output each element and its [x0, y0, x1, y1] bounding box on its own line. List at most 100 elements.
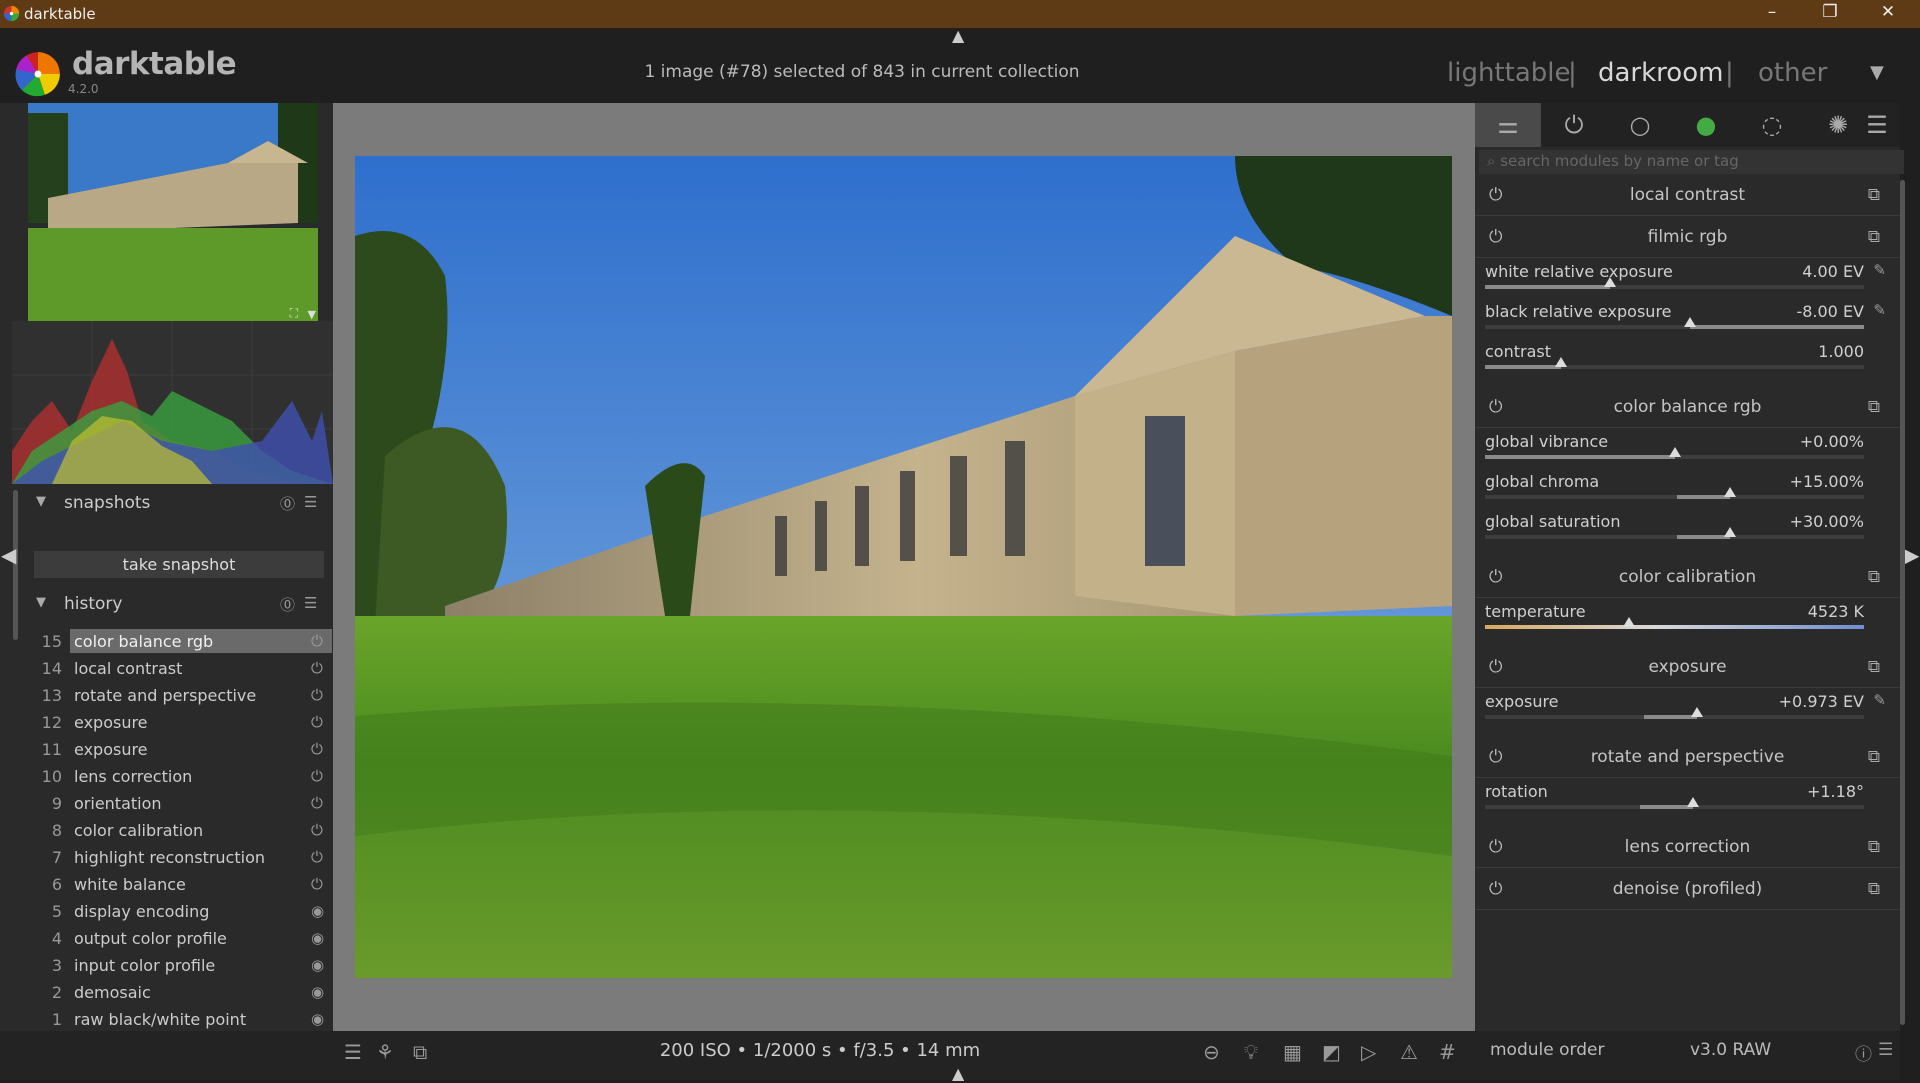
history-item[interactable]: 2demosaic◉ [34, 980, 334, 1007]
color-picker-icon[interactable]: ✎ [1873, 261, 1886, 279]
history-header[interactable]: ▼ history ⓪ ☰ [28, 591, 328, 619]
reset-icon[interactable]: ⓪ [280, 594, 295, 615]
main-image[interactable] [355, 156, 1452, 978]
presets-menu-icon[interactable]: ☰ [304, 493, 317, 511]
slider-marker[interactable] [1724, 487, 1736, 497]
collapse-right-arrow-icon[interactable]: ▶ [1904, 543, 1919, 567]
slider-marker[interactable] [1555, 357, 1567, 367]
history-item[interactable]: 6white balance⏻ [34, 872, 334, 899]
slider[interactable]: black relative exposure-8.00 EV✎ [1475, 298, 1900, 338]
views-dropdown-icon[interactable]: ▼ [1870, 62, 1884, 83]
power-icon[interactable]: ⏻ [1489, 736, 1502, 778]
slider-marker[interactable] [1684, 317, 1696, 327]
reset-icon[interactable]: ⓘ [1855, 1040, 1872, 1065]
presets-menu-icon[interactable]: ☰ [1878, 1040, 1893, 1060]
slider-track[interactable] [1485, 325, 1864, 329]
tab-tone-icon[interactable]: ○ [1607, 103, 1673, 147]
slider-track[interactable] [1485, 535, 1864, 539]
guides-icon[interactable]: # [1439, 1040, 1456, 1064]
collapse-left-arrow-icon[interactable]: ◀ [1, 543, 16, 567]
multi-instance-icon[interactable]: ⧉ [1868, 556, 1880, 598]
color-picker-icon[interactable]: ✎ [1873, 301, 1886, 319]
take-snapshot-button[interactable]: take snapshot [34, 551, 324, 578]
module-search-input[interactable]: ⌕ search modules by name or tag [1479, 150, 1904, 174]
quick-access-presets-icon[interactable]: ☰ [344, 1040, 362, 1064]
slider[interactable]: exposure+0.973 EV✎ [1475, 688, 1900, 728]
slider-value[interactable]: +0.00% [1800, 432, 1864, 451]
module-header[interactable]: ⏻rotate and perspective⧉ [1475, 736, 1900, 778]
slider-value[interactable]: 4523 K [1808, 602, 1864, 621]
history-item[interactable]: 10lens correction⏻ [34, 764, 334, 791]
thumbnail-dropdown-icon[interactable]: ▼ [308, 308, 316, 321]
power-icon[interactable]: ⏻ [1489, 646, 1502, 688]
slider-track[interactable] [1485, 805, 1864, 809]
slider[interactable]: global chroma+15.00% [1475, 468, 1900, 508]
color-picker-icon[interactable]: ✎ [1873, 691, 1886, 709]
multi-instance-icon[interactable]: ⧉ [1868, 868, 1880, 910]
module-order-value[interactable]: v3.0 RAW [1690, 1040, 1771, 1060]
slider-marker[interactable] [1687, 797, 1699, 807]
multi-instance-icon[interactable]: ⧉ [1868, 216, 1880, 258]
module-presets-menu-icon[interactable]: ☰ [1855, 103, 1899, 147]
tab-correct-icon[interactable]: ◌ [1739, 103, 1805, 147]
history-item[interactable]: 13rotate and perspective⏻ [34, 683, 334, 710]
power-icon[interactable]: ⏻ [1489, 174, 1502, 216]
module-header[interactable]: ⏻local contrast⧉ [1475, 174, 1900, 216]
slider-track[interactable] [1485, 495, 1864, 499]
slider-marker[interactable] [1604, 277, 1616, 287]
focus-peaking-icon[interactable]: ⊖ [1203, 1040, 1220, 1064]
slider-marker[interactable] [1724, 527, 1736, 537]
module-header[interactable]: ⏻denoise (profiled)⧉ [1475, 868, 1900, 910]
power-icon[interactable]: ⏻ [1489, 386, 1502, 428]
history-item[interactable]: 8color calibration⏻ [34, 818, 334, 845]
slider-marker[interactable] [1691, 707, 1703, 717]
slider-track[interactable] [1485, 285, 1864, 289]
slider-marker[interactable] [1669, 447, 1681, 457]
multi-instance-icon[interactable]: ⧉ [1868, 826, 1880, 868]
slider-value[interactable]: 4.00 EV [1802, 262, 1864, 281]
second-window-icon[interactable]: ⧉ [413, 1040, 427, 1064]
slider-track[interactable] [1485, 625, 1864, 629]
view-other[interactable]: other [1758, 58, 1827, 88]
view-darkroom[interactable]: darkroom [1598, 58, 1723, 88]
slider-value[interactable]: 1.000 [1818, 342, 1864, 361]
minimize-button[interactable]: – [1752, 2, 1792, 22]
fullscreen-icon[interactable]: ⛶ [290, 306, 298, 321]
power-icon[interactable]: ⏻ [1489, 216, 1502, 258]
tab-base-icon[interactable]: ⏻ [1541, 103, 1607, 147]
power-icon[interactable]: ⏻ [1489, 826, 1502, 868]
view-lighttable[interactable]: lighttable [1447, 58, 1570, 88]
slider-track[interactable] [1485, 455, 1864, 459]
reset-icon[interactable]: ⓪ [280, 493, 295, 514]
slider-track[interactable] [1485, 715, 1864, 719]
maximize-button[interactable]: ❐ [1810, 2, 1850, 22]
module-header[interactable]: ⏻filmic rgb⧉ [1475, 216, 1900, 258]
module-header[interactable]: ⏻lens correction⧉ [1475, 826, 1900, 868]
slider-track[interactable] [1485, 365, 1864, 369]
history-item[interactable]: 3input color profile◉ [34, 953, 334, 980]
slider-value[interactable]: +0.973 EV [1779, 692, 1864, 711]
presets-menu-icon[interactable]: ☰ [304, 594, 317, 612]
close-button[interactable]: ✕ [1868, 2, 1908, 22]
slider[interactable]: global vibrance+0.00% [1475, 428, 1900, 468]
history-item[interactable]: 4output color profile◉ [34, 926, 334, 953]
multi-instance-icon[interactable]: ⧉ [1868, 386, 1880, 428]
history-item[interactable]: 15color balance rgb⏻ [34, 629, 334, 656]
tab-active-modules-icon[interactable]: ⚌ [1475, 103, 1541, 147]
history-item[interactable]: 9orientation⏻ [34, 791, 334, 818]
multi-instance-icon[interactable]: ⧉ [1868, 736, 1880, 778]
slider[interactable]: contrast1.000 [1475, 338, 1900, 378]
history-item[interactable]: 7highlight reconstruction⏻ [34, 845, 334, 872]
navigation-thumbnail[interactable]: ⛶ ▼ [28, 103, 318, 321]
slider-value[interactable]: -8.00 EV [1796, 302, 1864, 321]
history-item[interactable]: 14local contrast⏻ [34, 656, 334, 683]
slider[interactable]: white relative exposure4.00 EV✎ [1475, 258, 1900, 298]
clipping-indicator-icon[interactable]: ◩ [1322, 1040, 1341, 1064]
gamut-check-icon[interactable]: ⚠ [1400, 1040, 1418, 1064]
collapse-bottom-arrow-icon[interactable]: ▲ [952, 1064, 964, 1083]
slider-value[interactable]: +1.18° [1807, 782, 1864, 801]
raw-overexposed-icon[interactable]: ▦ [1283, 1040, 1302, 1064]
slider[interactable]: rotation+1.18° [1475, 778, 1900, 818]
power-icon[interactable]: ⏻ [1489, 556, 1502, 598]
module-header[interactable]: ⏻color calibration⧉ [1475, 556, 1900, 598]
